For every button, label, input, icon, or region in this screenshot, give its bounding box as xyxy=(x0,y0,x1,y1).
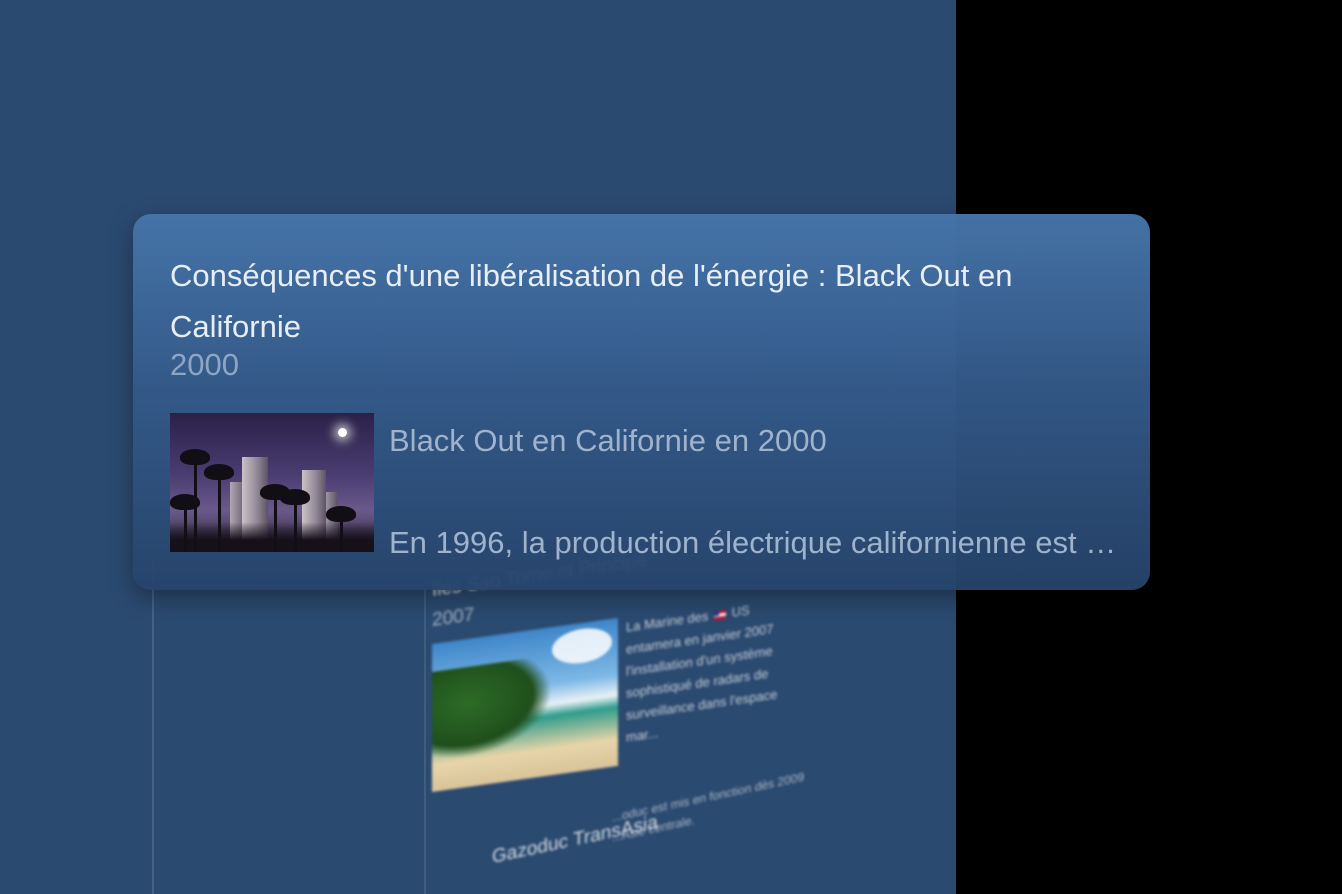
timeline-card-excerpt: La Marine des US entamera en janvier 200… xyxy=(626,591,806,764)
event-title: Conséquences d'une libéralisation de l'é… xyxy=(170,258,1013,344)
timeline-card-gazoduc[interactable]: Gazoduc TransAsia ...oduc est mis en fon… xyxy=(492,768,852,871)
trees-shape xyxy=(432,655,552,762)
palm-tree-shape xyxy=(260,484,290,552)
california-night-skyline-image[interactable] xyxy=(170,413,374,552)
palm-tree-shape xyxy=(280,489,310,552)
palm-tree-shape xyxy=(180,449,210,552)
cloud-shape xyxy=(552,624,612,668)
ground-shape xyxy=(170,522,374,552)
palm-tree-shape xyxy=(170,494,200,552)
palm-tree-shape xyxy=(326,506,356,552)
moon-shape xyxy=(338,428,347,437)
palm-tree-shape xyxy=(204,464,234,552)
event-excerpt: En 1996, la production électrique califo… xyxy=(389,525,1129,560)
app-screen: Îles Sao Tome et Principe 2007 La Marine… xyxy=(0,0,1342,894)
timeline-card-excerpt: ...oduc est mis en fonction dès 2009 ...… xyxy=(612,769,805,845)
excerpt-text-start: La Marine des xyxy=(626,608,709,635)
event-subtitle: Black Out en Californie en 2000 xyxy=(389,423,827,458)
tropical-beach-image xyxy=(432,617,618,792)
us-flag-icon xyxy=(714,609,727,621)
event-detail-popup[interactable]: Conséquences d'une libéralisation de l'é… xyxy=(133,214,1150,590)
event-year: 2000 xyxy=(170,347,239,382)
